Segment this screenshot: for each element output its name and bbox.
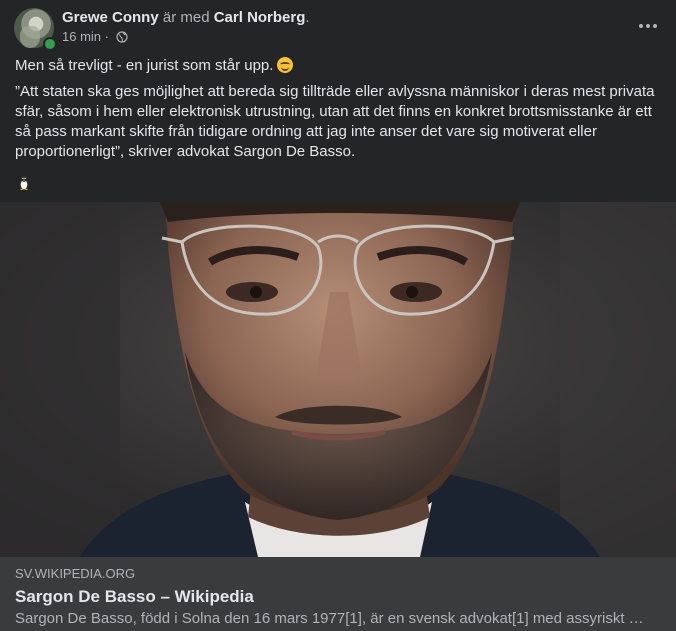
author-line: Grewe Conny är med Carl Norberg.: [62, 9, 310, 27]
penguin-emoji-icon: [19, 175, 29, 190]
link-title[interactable]: Sargon De Basso – Wikipedia: [15, 586, 254, 608]
post-text-first: Men så trevligt - en jurist som står upp…: [15, 57, 274, 74]
more-options-icon[interactable]: [636, 14, 660, 38]
link-domain: SV.WIKIPEDIA.ORG: [15, 566, 136, 581]
post-text-line: Men så trevligt - en jurist som står upp…: [15, 56, 660, 76]
post-header: Grewe Conny är med Carl Norberg. 16 min …: [14, 8, 662, 51]
post-meta: 16 min ·: [62, 29, 128, 45]
post-time[interactable]: 16 min: [62, 29, 101, 44]
link-description: Sargon De Basso, född i Solna den 16 mar…: [15, 610, 644, 627]
meta-separator: ·: [104, 29, 109, 44]
link-preview[interactable]: SV.WIKIPEDIA.ORG Sargon De Basso – Wikip…: [0, 557, 676, 631]
tagged-person[interactable]: Carl Norberg: [214, 9, 306, 26]
facebook-post: Grewe Conny är med Carl Norberg. 16 min …: [0, 0, 676, 631]
globe-icon[interactable]: [116, 31, 128, 43]
with-text: är med: [162, 9, 210, 26]
portrait-photo: [0, 202, 676, 557]
post-quote-text: ”Att staten ska ges möjlighet att bereda…: [15, 83, 655, 160]
smiling-face-emoji-icon: [277, 57, 294, 73]
tagged-suffix: .: [305, 9, 310, 26]
online-status-indicator: [43, 37, 57, 51]
author-name[interactable]: Grewe Conny: [62, 9, 159, 26]
link-preview-image[interactable]: [0, 202, 676, 557]
